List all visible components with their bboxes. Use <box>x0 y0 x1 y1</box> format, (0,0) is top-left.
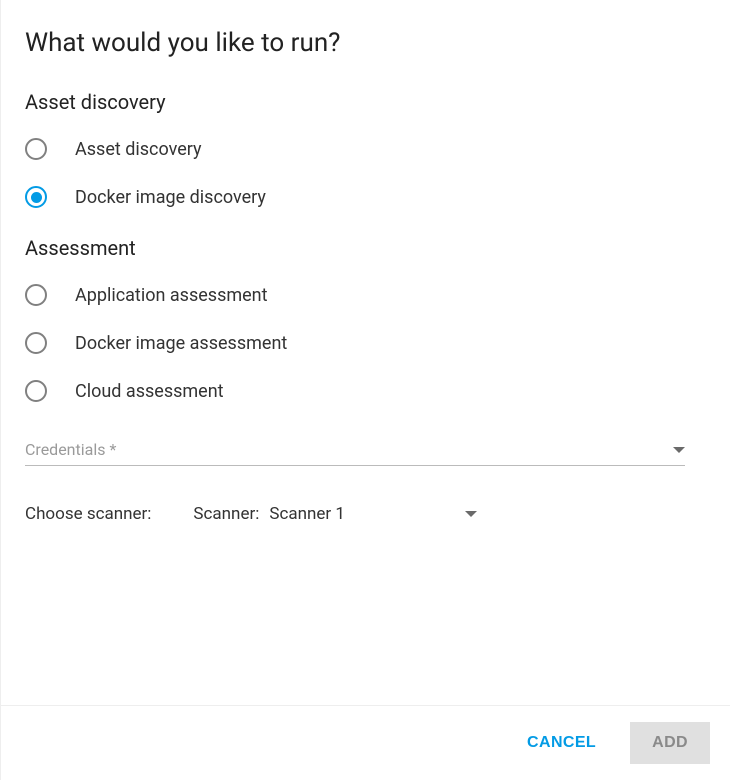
radio-circle-icon <box>25 138 47 160</box>
radio-group-asset-discovery: Asset discovery Docker image discovery <box>25 138 706 208</box>
radio-asset-discovery[interactable]: Asset discovery <box>25 138 706 160</box>
radio-circle-selected-icon <box>25 186 47 208</box>
radio-circle-icon <box>25 284 47 306</box>
radio-cloud-assessment[interactable]: Cloud assessment <box>25 380 706 402</box>
radio-docker-image-assessment[interactable]: Docker image assessment <box>25 332 706 354</box>
scanner-row: Choose scanner: Scanner: Scanner 1 <box>25 504 706 524</box>
radio-circle-icon <box>25 380 47 402</box>
chevron-down-icon[interactable] <box>465 511 477 517</box>
add-button[interactable]: ADD <box>630 722 710 764</box>
scanner-value[interactable]: Scanner 1 <box>269 504 345 524</box>
scanner-select-label: Scanner: <box>193 504 259 524</box>
radio-label: Cloud assessment <box>75 381 224 402</box>
section-heading-assessment: Assessment <box>25 236 706 260</box>
dialog-actions: CANCEL ADD <box>1 705 730 780</box>
radio-group-assessment: Application assessment Docker image asse… <box>25 284 706 402</box>
credentials-label: Credentials * <box>25 440 116 459</box>
radio-circle-icon <box>25 332 47 354</box>
radio-label: Application assessment <box>75 285 268 306</box>
chevron-down-icon <box>673 447 685 453</box>
run-dialog: What would you like to run? Asset discov… <box>0 0 730 780</box>
credentials-select[interactable]: Credentials * <box>25 440 685 466</box>
section-heading-asset-discovery: Asset discovery <box>25 90 706 114</box>
radio-label: Docker image discovery <box>75 187 266 208</box>
cancel-button[interactable]: CANCEL <box>513 724 610 762</box>
radio-application-assessment[interactable]: Application assessment <box>25 284 706 306</box>
dialog-title: What would you like to run? <box>25 28 706 58</box>
radio-label: Docker image assessment <box>75 333 287 354</box>
radio-label: Asset discovery <box>75 139 202 160</box>
choose-scanner-label: Choose scanner: <box>25 504 151 524</box>
radio-docker-image-discovery[interactable]: Docker image discovery <box>25 186 706 208</box>
